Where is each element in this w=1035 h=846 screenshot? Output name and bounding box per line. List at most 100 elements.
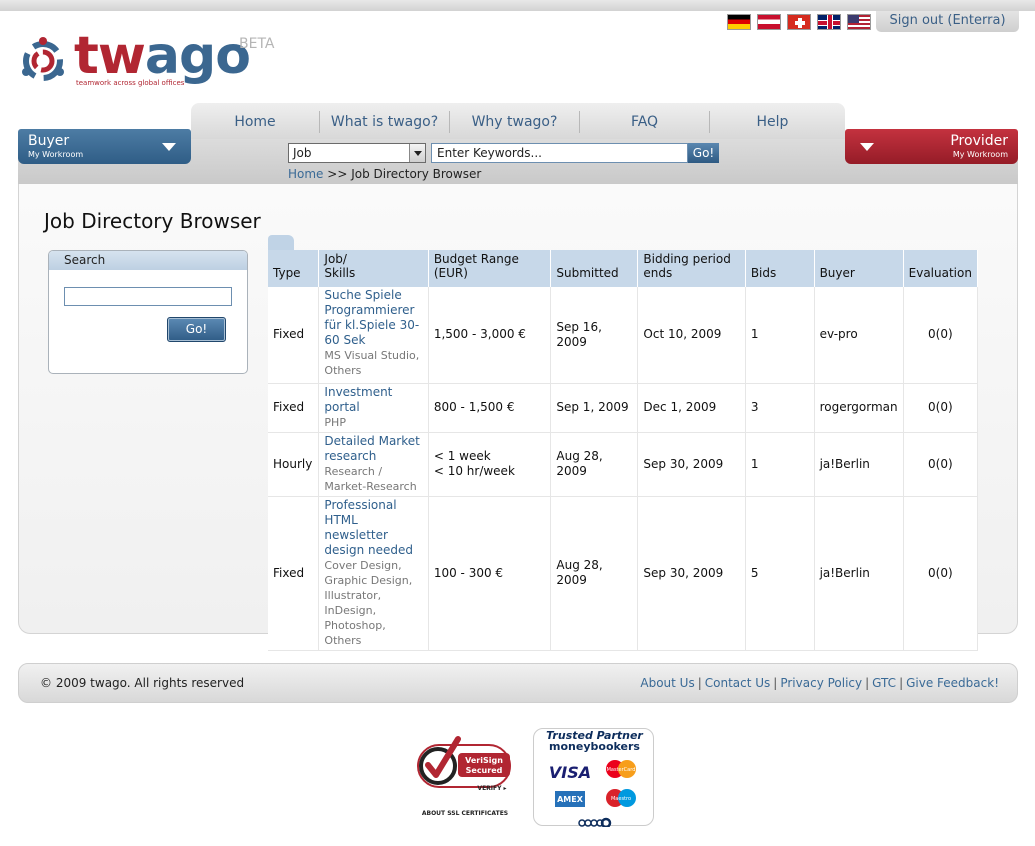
buyer-subtitle: My Workroom [28,150,84,159]
nav-faq[interactable]: FAQ [580,111,709,133]
job-skills: Research / Market-Research [324,464,417,493]
keyword-go-button[interactable]: Go! [688,143,719,163]
verisign-line2: Secured [466,766,503,775]
breadcrumb-separator: >> [327,167,348,181]
visa-icon: VISA [549,763,591,782]
cell-job: Detailed Market research Research / Mark… [318,432,429,497]
maestro-icon: Maestro [611,796,631,802]
keyword-input[interactable] [431,143,688,163]
table-row: Fixed Suche Spiele Programmierer für kl.… [268,287,979,384]
job-title-link[interactable]: Detailed Market research [324,434,422,464]
col-bidding-ends[interactable]: Bidding period ends [637,250,746,287]
table-row: Fixed Professional HTML newsletter desig… [268,496,979,651]
provider-subtitle: My Workroom [952,150,1008,159]
cell-type: Fixed [268,287,320,384]
buyer-workroom-tab[interactable]: Buyer My Workroom [18,129,191,164]
verisign-line1: VeriSign [465,756,503,765]
nav-help[interactable]: Help [710,111,835,133]
cell-budget: 800 - 1,500 € [428,383,552,433]
job-title-link[interactable]: Professional HTML newsletter design need… [324,498,422,558]
provider-workroom-tab[interactable]: Provider My Workroom [845,129,1018,164]
footer-link-privacy[interactable]: Privacy Policy [780,676,862,690]
footer-link-about[interactable]: About Us [640,676,694,690]
chevron-down-icon [860,143,874,151]
nav-what-is-twago[interactable]: What is twago? [320,111,449,133]
moneybookers-badge[interactable]: Trusted Partner moneybookers VISA Master… [533,728,654,827]
cell-submitted: Aug 28, 2009 [550,432,639,497]
cell-budget: < 1 week < 10 hr/week [428,432,552,497]
mastercard-icon: MasterCard [607,767,636,773]
twago-logo[interactable]: twago BETA teamwork across global office… [18,28,278,92]
footer: © 2009 twago. All rights reserved About … [18,663,1018,703]
col-evaluation[interactable]: Evaluation [903,250,979,287]
flag-uk-icon[interactable] [817,14,841,30]
beta-label: BETA [239,36,275,52]
cell-buyer: ja!Berlin [814,496,904,651]
chevron-down-icon[interactable] [409,144,425,162]
footer-link-contact[interactable]: Contact Us [705,676,771,690]
flag-at-icon[interactable] [757,14,781,30]
nav-why-twago[interactable]: Why twago? [450,111,579,133]
cell-evaluation: 0(0) [903,383,979,433]
cell-bidding-ends: Oct 10, 2009 [637,287,746,384]
logo-wordmark: twago [74,26,251,86]
top-strip [0,0,1035,11]
footer-links: About Us | Contact Us | Privacy Policy | GTC | G… [640,676,999,690]
col-budget[interactable]: Budget Range (EUR) [428,250,552,287]
nav-home[interactable]: Home [191,111,319,133]
verisign-seal-icon: VeriSign Secured VERIFY ▸ ABOUT SSL CERT… [417,736,511,817]
cell-buyer: rogergorman [814,383,904,433]
cell-type: Fixed [268,383,320,433]
moneybookers-waves-icon [578,817,612,827]
search-panel-title: Search [49,251,247,270]
logo-tagline: teamwork across global offices [76,79,185,87]
cell-bids: 3 [745,383,815,433]
cell-evaluation: 0(0) [903,287,979,384]
cell-job: Professional HTML newsletter design need… [318,496,429,651]
sign-out-button[interactable]: Sign out (Enterra) [876,11,1019,32]
provider-title: Provider [950,133,1008,149]
footer-link-feedback[interactable]: Give Feedback! [906,676,999,690]
search-go-button[interactable]: Go! [167,317,226,342]
cell-bidding-ends: Sep 30, 2009 [637,496,746,651]
breadcrumb-current: Job Directory Browser [351,167,482,181]
flag-de-icon[interactable] [727,14,751,30]
cell-job: Suche Spiele Programmierer für kl.Spiele… [318,287,429,384]
job-skills: PHP [324,415,346,429]
flag-ch-icon[interactable] [787,14,811,30]
ssl-link: ABOUT SSL CERTIFICATES [422,810,508,817]
verisign-badge[interactable]: VeriSign Secured VERIFY ▸ ABOUT SSL CERT… [414,735,520,820]
table-tab[interactable] [268,235,294,250]
job-skills: MS Visual Studio, Others [324,349,420,377]
col-type[interactable]: Type [268,250,320,287]
amex-icon: AMEX [557,795,584,804]
col-submitted[interactable]: Submitted [550,250,639,287]
col-bids[interactable]: Bids [745,250,815,287]
cell-budget: 100 - 300 € [428,496,552,651]
search-type-select[interactable]: Job [288,143,426,163]
flag-us-icon[interactable] [847,14,871,30]
cell-bids: 1 [745,287,815,384]
job-table: Type Job/ Skills Budget Range (EUR) Subm… [268,250,979,651]
verisign-verify: VERIFY ▸ [477,785,506,792]
job-title-link[interactable]: Suche Spiele Programmierer für kl.Spiele… [324,288,422,348]
cell-evaluation: 0(0) [903,496,979,651]
search-input[interactable] [64,287,232,306]
job-title-link[interactable]: Investment portal [324,385,422,415]
table-header-row: Type Job/ Skills Budget Range (EUR) Subm… [268,250,979,287]
page-title: Job Directory Browser [44,209,261,233]
language-flags [727,14,871,30]
col-job-skills[interactable]: Job/ Skills [318,250,429,287]
cell-bidding-ends: Sep 30, 2009 [637,432,746,497]
main-nav: Home What is twago? Why twago? FAQ Help [191,103,845,139]
buyer-title: Buyer [28,133,70,149]
cell-job: Investment portal PHP [318,383,429,433]
cell-submitted: Sep 1, 2009 [550,383,639,433]
col-buyer[interactable]: Buyer [814,250,904,287]
breadcrumb-home[interactable]: Home [288,167,323,181]
cell-evaluation: 0(0) [903,432,979,497]
cell-buyer: ev-pro [814,287,904,384]
footer-link-gtc[interactable]: GTC [872,676,896,690]
logo-people-icon [22,37,64,81]
cell-submitted: Aug 28, 2009 [550,496,639,651]
